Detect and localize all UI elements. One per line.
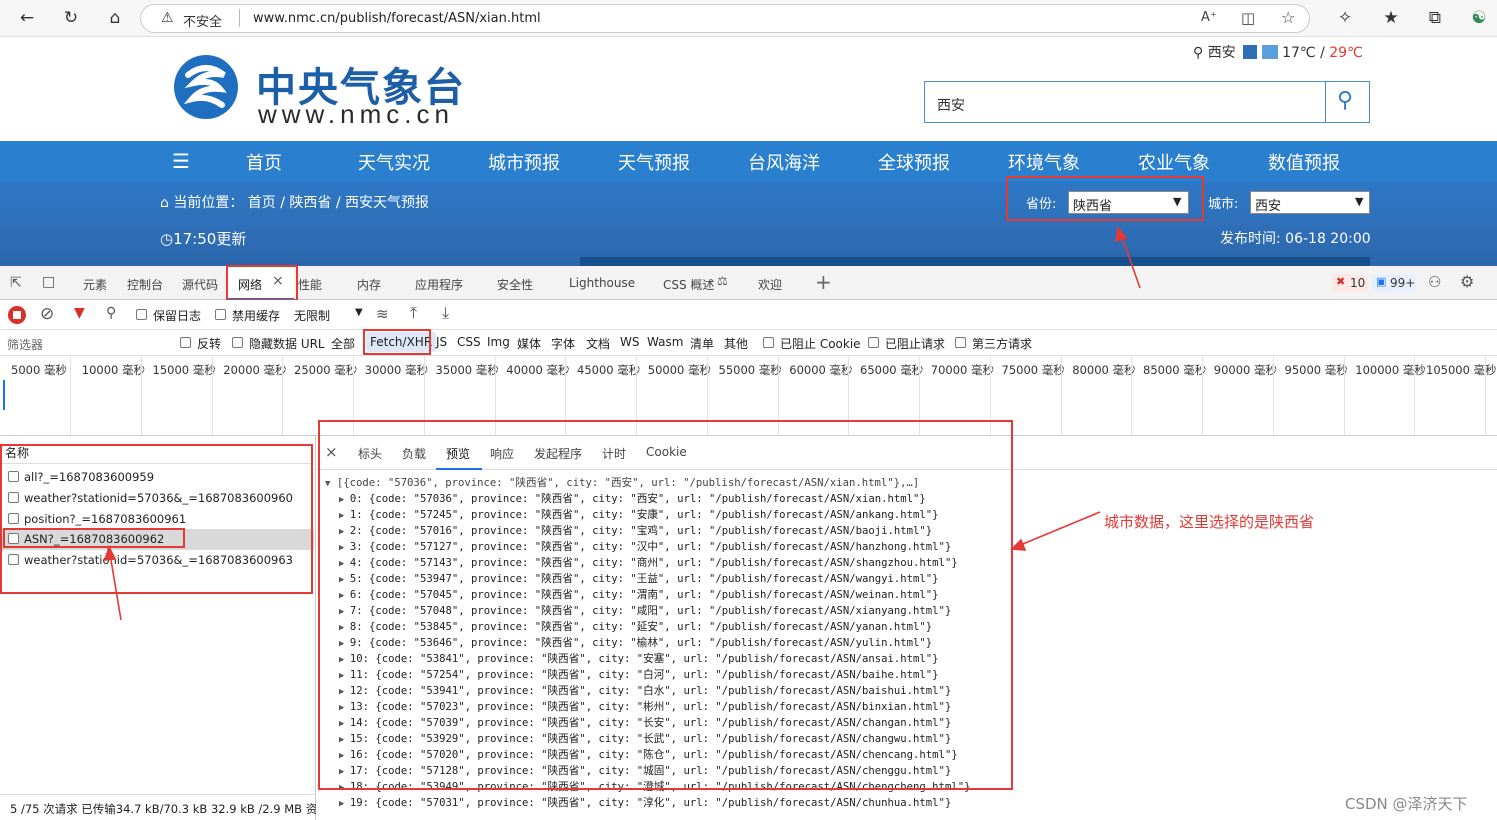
annotation-arrows <box>103 226 1141 621</box>
arrowhead <box>103 544 117 561</box>
watermark: CSDN @泽济天下 <box>1345 795 1468 813</box>
arrowhead <box>1010 538 1027 551</box>
arrow-to-preview <box>1017 511 1101 547</box>
arrow-to-request <box>109 553 122 621</box>
arrowhead <box>1115 226 1128 243</box>
arrow-to-province <box>1120 233 1141 289</box>
